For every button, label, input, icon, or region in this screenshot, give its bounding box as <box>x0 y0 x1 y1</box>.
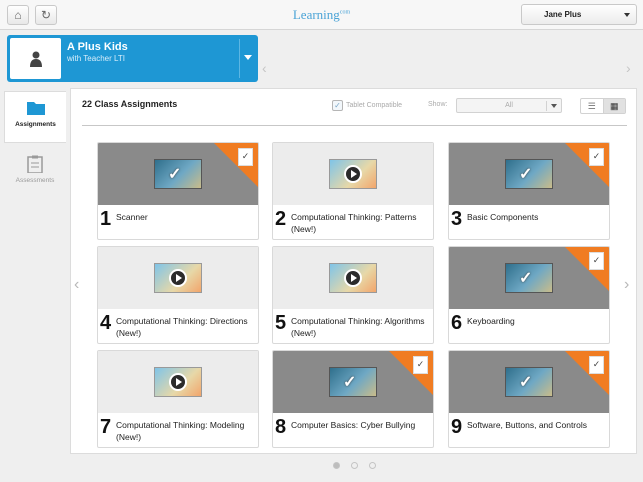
assignment-tile[interactable]: 5 Computational Thinking: Algorithms (New… <box>272 246 434 344</box>
assignment-title: Computational Thinking: Algorithms (New!… <box>291 316 425 338</box>
document-check-icon: ✓ <box>589 252 604 270</box>
chevron-down-icon <box>624 13 630 17</box>
sidebar-item-label: Assignments <box>15 121 56 128</box>
document-check-icon: ✓ <box>238 148 253 166</box>
assignment-title: Keyboarding <box>467 316 515 326</box>
avatar <box>10 38 61 79</box>
play-icon[interactable] <box>344 165 362 183</box>
sidebar: Assignments Assessments <box>0 88 70 468</box>
grid-view-icon[interactable]: ▦ <box>602 99 625 113</box>
checkmark-icon: ✓ <box>168 166 182 183</box>
assignment-title: Computational Thinking: Directions (New!… <box>116 316 248 338</box>
play-icon[interactable] <box>169 373 187 391</box>
assignment-title: Computational Thinking: Patterns (New!) <box>291 212 417 234</box>
page-dot[interactable] <box>369 462 376 469</box>
sidebar-item-label: Assessments <box>15 177 55 184</box>
assignment-title: Basic Components <box>467 212 539 222</box>
class-subtitle: with Teacher LTI <box>67 54 125 63</box>
user-name: Jane Plus <box>544 10 582 19</box>
assignment-tile[interactable]: 7 Computational Thinking: Modeling (New!) <box>97 350 259 448</box>
clipboard-icon <box>27 155 43 173</box>
assignment-tile[interactable]: ✓ ✓ 3 Basic Components <box>448 142 610 240</box>
chevron-down-icon <box>551 104 557 108</box>
top-bar: ⌂ ↻ Learningcom Jane Plus <box>0 0 643 30</box>
document-check-icon: ✓ <box>589 148 604 166</box>
chevron-right-icon[interactable]: › <box>626 60 631 76</box>
assignment-tile[interactable]: ✓ ✓ 6 Keyboarding <box>448 246 610 344</box>
page-dot[interactable] <box>351 462 358 469</box>
class-selector[interactable]: A Plus Kids with Teacher LTI <box>7 35 258 82</box>
assignment-thumbnail <box>273 247 433 309</box>
assignment-title: Computer Basics: Cyber Bullying <box>291 420 416 430</box>
sidebar-item-assessments[interactable]: Assessments <box>4 148 66 200</box>
page-title: 22 Class Assignments <box>82 99 178 109</box>
checkmark-icon: ✓ <box>519 270 533 287</box>
show-filter-select[interactable]: All <box>456 98 562 113</box>
chevron-left-icon[interactable]: ‹ <box>262 60 267 76</box>
assignment-title: Computational Thinking: Modeling (New!) <box>116 420 245 442</box>
show-label: Show: <box>428 101 448 108</box>
assignment-number: 4 <box>100 312 112 334</box>
sidebar-item-assignments[interactable]: Assignments <box>4 91 66 143</box>
assignment-title: Scanner <box>116 212 148 222</box>
play-icon[interactable] <box>169 269 187 287</box>
assignment-thumbnail: ✓ ✓ <box>98 143 258 205</box>
assignment-number: 7 <box>100 416 112 438</box>
assignment-thumbnail <box>273 143 433 205</box>
pagination <box>333 462 376 469</box>
assignment-number: 8 <box>275 416 287 438</box>
document-check-icon: ✓ <box>589 356 604 374</box>
checkmark-icon: ✓ <box>519 166 533 183</box>
assignment-number: 1 <box>100 208 112 230</box>
assignment-number: 9 <box>451 416 463 438</box>
assignment-tile[interactable]: ✓ ✓ 1 Scanner <box>97 142 259 240</box>
divider <box>239 39 240 78</box>
assignment-number: 2 <box>275 208 287 230</box>
assignment-number: 6 <box>451 312 463 334</box>
page-dot[interactable] <box>333 462 340 469</box>
assignment-tile[interactable]: 4 Computational Thinking: Directions (New… <box>97 246 259 344</box>
document-check-icon: ✓ <box>413 356 428 374</box>
chevron-right-icon[interactable]: › <box>624 276 629 294</box>
assignment-thumbnail: ✓ ✓ <box>273 351 433 413</box>
assignment-number: 5 <box>275 312 287 334</box>
list-view-icon[interactable]: ☰ <box>581 99 603 113</box>
assignment-title: Software, Buttons, and Controls <box>467 420 588 430</box>
class-title: A Plus Kids <box>67 41 128 53</box>
divider <box>82 125 627 126</box>
play-icon[interactable] <box>344 269 362 287</box>
assignment-tile[interactable]: 2 Computational Thinking: Patterns (New!) <box>272 142 434 240</box>
assignment-thumbnail: ✓ ✓ <box>449 351 609 413</box>
view-toggle: ☰ ▦ <box>580 98 626 114</box>
assignment-thumbnail: ✓ ✓ <box>449 247 609 309</box>
person-icon <box>29 51 42 67</box>
checkmark-icon: ✓ <box>332 100 343 111</box>
user-dropdown[interactable]: Jane Plus <box>521 4 637 25</box>
assignment-thumbnail: ✓ ✓ <box>449 143 609 205</box>
assignment-thumbnail <box>98 247 258 309</box>
assignment-number: 3 <box>451 208 463 230</box>
tablet-compatible-checkbox[interactable]: ✓ Tablet Compatible <box>332 100 402 111</box>
checkmark-icon: ✓ <box>519 374 533 391</box>
assignment-tile[interactable]: ✓ ✓ 9 Software, Buttons, and Controls <box>448 350 610 448</box>
checkmark-icon: ✓ <box>343 374 357 391</box>
chevron-left-icon[interactable]: ‹ <box>74 276 79 294</box>
assignment-thumbnail <box>98 351 258 413</box>
assignment-tile[interactable]: ✓ ✓ 8 Computer Basics: Cyber Bullying <box>272 350 434 448</box>
folder-icon <box>26 102 45 115</box>
chevron-down-icon[interactable] <box>244 55 252 60</box>
